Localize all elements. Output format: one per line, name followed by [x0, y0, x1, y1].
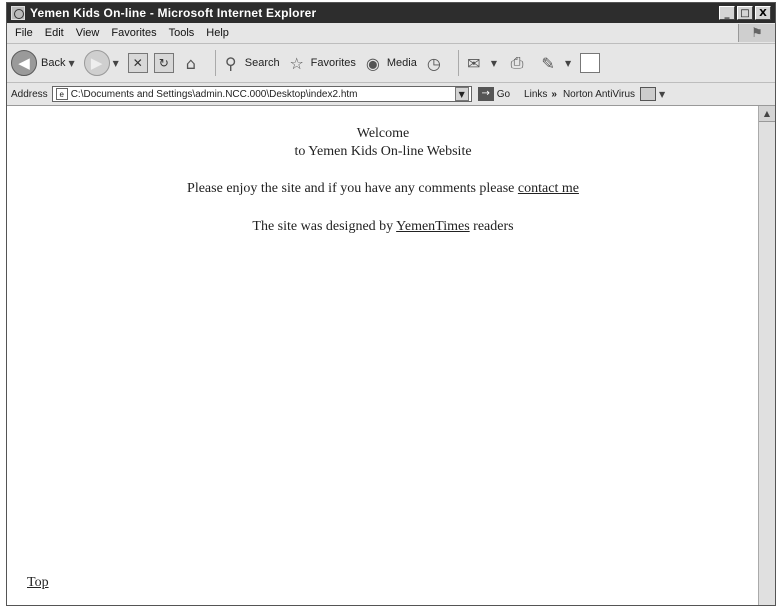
- mail-dropdown-icon[interactable]: ▼: [491, 59, 497, 68]
- enjoy-text: Please enjoy the site and if you have an…: [187, 181, 515, 196]
- home-icon: ⌂: [185, 53, 196, 73]
- address-label: Address: [11, 88, 48, 100]
- forward-dropdown-icon[interactable]: ▼: [113, 59, 119, 68]
- norton-dropdown-icon[interactable]: ▼: [659, 90, 665, 99]
- back-arrow-icon: ◀: [11, 50, 37, 76]
- address-url[interactable]: C:\Documents and Settings\admin.NCC.000\…: [71, 89, 455, 100]
- discuss-icon: [580, 53, 601, 73]
- history-button[interactable]: ◷: [423, 52, 448, 74]
- windows-logo-icon: ⚑: [738, 24, 775, 42]
- forward-arrow-icon: ▶: [83, 50, 110, 76]
- title-bar: Yemen Kids On-line - Microsoft Internet …: [7, 3, 775, 23]
- menu-bar: File Edit View Favorites Tools Help ⚑: [7, 23, 775, 44]
- norton-antivirus-button[interactable]: Norton AntiVirus ▼: [563, 87, 668, 101]
- edit-button[interactable]: ✎ ▼: [537, 52, 574, 74]
- close-button[interactable]: X: [755, 6, 771, 20]
- edit-icon: ✎: [541, 53, 555, 73]
- toolbar-separator: [457, 50, 459, 76]
- stop-button[interactable]: ✕: [127, 53, 148, 73]
- menu-view[interactable]: View: [70, 27, 106, 39]
- media-icon: ◉: [365, 53, 380, 73]
- refresh-button[interactable]: ↻: [153, 53, 174, 73]
- designed-by-line: The site was designed by YemenTimes read…: [7, 219, 759, 235]
- address-dropdown-icon[interactable]: ▼: [454, 87, 469, 101]
- welcome-heading: Welcome: [356, 126, 410, 141]
- refresh-icon: ↻: [153, 53, 174, 73]
- go-button[interactable]: → Go: [477, 87, 511, 101]
- minimize-button[interactable]: _: [719, 6, 735, 20]
- maximize-button[interactable]: □: [737, 6, 753, 20]
- menu-help[interactable]: Help: [200, 27, 235, 39]
- browser-window: Yemen Kids On-line - Microsoft Internet …: [6, 2, 776, 606]
- window-title: Yemen Kids On-line - Microsoft Internet …: [30, 6, 317, 20]
- home-button[interactable]: ⌂: [180, 52, 205, 74]
- menu-edit[interactable]: Edit: [39, 27, 70, 39]
- contact-me-link[interactable]: contact me: [518, 181, 579, 196]
- menu-favorites[interactable]: Favorites: [105, 27, 162, 39]
- norton-label: Norton AntiVirus: [562, 88, 636, 100]
- enjoy-line: Please enjoy the site and if you have an…: [7, 181, 759, 197]
- readers-text: readers: [473, 219, 514, 234]
- print-button[interactable]: ⎙: [506, 52, 531, 74]
- go-arrow-icon: →: [477, 87, 494, 101]
- page-icon: e: [55, 88, 68, 100]
- favorites-button[interactable]: ☆ Favorites: [286, 52, 356, 74]
- address-bar: Address e C:\Documents and Settings\admi…: [7, 83, 775, 106]
- mail-icon: ✉: [467, 53, 481, 73]
- search-icon: ⚲: [224, 53, 237, 73]
- discuss-button[interactable]: [580, 53, 601, 73]
- menu-tools[interactable]: Tools: [163, 27, 201, 39]
- scroll-up-icon[interactable]: ▲: [759, 106, 775, 122]
- toolbar-separator: [214, 50, 216, 76]
- menu-file[interactable]: File: [7, 27, 39, 39]
- back-dropdown-icon[interactable]: ▼: [68, 59, 74, 68]
- norton-icon: [640, 87, 657, 101]
- links-label: Links: [524, 88, 548, 100]
- media-button[interactable]: ◉ Media: [362, 52, 417, 74]
- search-label: Search: [244, 57, 280, 69]
- favorites-label: Favorites: [310, 57, 356, 69]
- mail-button[interactable]: ✉ ▼: [463, 52, 500, 74]
- history-icon: ◷: [426, 53, 441, 73]
- address-input[interactable]: e C:\Documents and Settings\admin.NCC.00…: [51, 86, 472, 102]
- print-icon: ⎙: [510, 53, 524, 72]
- page-content: Welcome to Yemen Kids On-line Website Pl…: [7, 106, 775, 605]
- welcome-subtitle: to Yemen Kids On-line Website: [294, 144, 472, 159]
- ie-app-icon: [11, 6, 25, 20]
- back-label: Back: [41, 57, 66, 69]
- yementimes-link[interactable]: YemenTimes: [396, 219, 470, 234]
- back-button[interactable]: ◀ Back ▼: [11, 50, 78, 76]
- window-controls: _ □ X: [719, 6, 771, 20]
- edit-dropdown-icon[interactable]: ▼: [565, 59, 571, 68]
- search-button[interactable]: ⚲ Search: [220, 52, 280, 74]
- media-label: Media: [386, 57, 417, 69]
- designed-text: The site was designed by: [252, 219, 394, 234]
- top-link[interactable]: Top: [27, 575, 49, 591]
- forward-button[interactable]: ▶ ▼: [83, 50, 122, 76]
- vertical-scrollbar[interactable]: ▲: [758, 106, 775, 605]
- links-chevron-icon[interactable]: »: [551, 89, 557, 100]
- standard-toolbar: ◀ Back ▼ ▶ ▼ ✕ ↻ ⌂ ⚲ Search ☆ Favorites …: [7, 44, 775, 83]
- favorites-star-icon: ☆: [289, 53, 304, 73]
- links-toolbar[interactable]: Links »: [524, 89, 557, 100]
- stop-icon: ✕: [127, 53, 148, 73]
- go-label: Go: [496, 88, 511, 100]
